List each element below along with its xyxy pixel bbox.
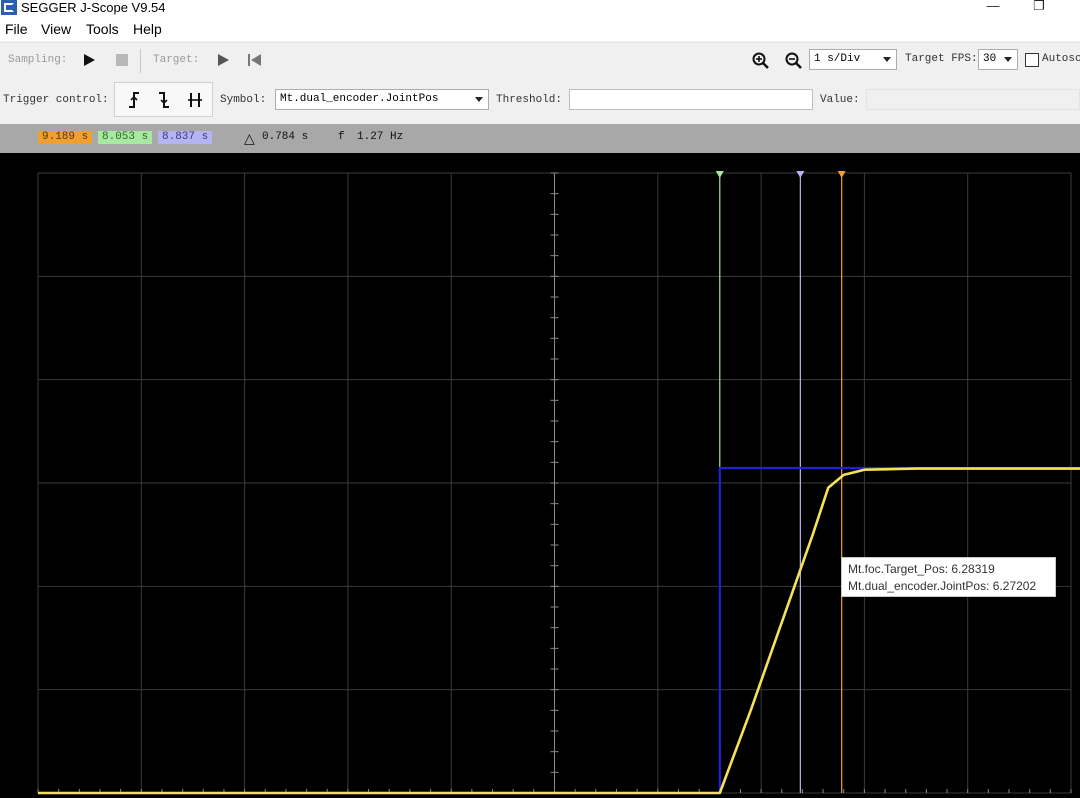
series-joint-pos [38,467,1080,795]
menu-help[interactable]: Help [133,21,162,37]
timebase-value: 1 s/Div [814,53,861,65]
symbol-value: Mt.dual_encoder.JointPos [280,93,439,105]
threshold-input[interactable] [569,89,813,110]
frequency-value: 1.27 Hz [357,131,404,143]
target-reset-button[interactable] [248,54,262,66]
trigger-rising-edge-icon[interactable] [126,91,142,109]
scope-plot-area[interactable] [0,153,1080,798]
symbol-label: Symbol: [220,94,267,106]
value-tooltip: Mt.foc.Target_Pos: 6.28319 Mt.dual_encod… [841,557,1056,597]
value-field [866,89,1080,110]
target-label: Target: [153,54,200,66]
trigger-control-label: Trigger control: [3,94,109,106]
cursor-2-time: 8.053 s [98,131,153,144]
menu-tools[interactable]: Tools [86,21,119,37]
zoom-out-icon[interactable] [785,52,802,69]
frequency-icon: f [338,131,345,143]
trigger-mode-group [114,82,213,117]
target-fps-label: Target FPS: [905,53,978,65]
trigger-both-edges-icon[interactable] [187,91,203,109]
threshold-label: Threshold: [496,94,563,106]
minimize-button[interactable]: — [978,0,1008,16]
chevron-down-icon [883,57,891,62]
chevron-down-icon [475,97,483,102]
chevron-down-icon [1004,57,1012,62]
sampling-stop-button[interactable] [116,54,128,66]
target-fps-value: 30 [983,53,997,65]
tooltip-joint-pos: Mt.dual_encoder.JointPos: 6.27202 [848,579,1037,593]
cursor-3-time: 8.837 s [158,131,213,144]
series-target-pos [38,466,1080,795]
zoom-in-icon[interactable] [752,52,769,69]
cursor-line-green-marker [715,171,724,178]
value-label: Value: [820,94,860,106]
cursor-line-blue-marker [796,171,805,178]
trigger-falling-edge-icon[interactable] [156,91,172,109]
menu-file[interactable]: File [5,21,28,37]
toolbar-divider [140,49,141,73]
symbol-select[interactable]: Mt.dual_encoder.JointPos [275,89,489,110]
maximize-button[interactable]: ❐ [1024,0,1054,16]
menu-view[interactable]: View [41,21,71,37]
sampling-start-button[interactable] [84,54,95,66]
autoscale-label: Autosc [1042,53,1080,65]
target-start-button[interactable] [218,54,229,66]
tooltip-target-pos: Mt.foc.Target_Pos: 6.28319 [848,562,995,576]
title-bar: SEGGER J-Scope V9.54 — ❐ [0,0,1080,17]
cursor-1-time: 9.189 s [38,131,93,144]
timebase-select[interactable]: 1 s/Div [809,49,897,70]
cursor-line-orange-marker [837,171,846,178]
target-fps-select[interactable]: 30 [978,49,1018,70]
delta-icon: △ [244,130,255,146]
menu-bar: File View Tools Help [0,17,1080,41]
cursor-info-bar: 9.189 s 8.053 s 8.837 s △ 0.784 s f 1.27… [0,124,1080,153]
autoscale-checkbox[interactable] [1025,53,1039,67]
app-logo-icon [1,0,17,15]
window-title: SEGGER J-Scope V9.54 [21,0,166,15]
delta-time: 0.784 s [262,131,309,143]
sampling-label: Sampling: [8,54,68,66]
scope-chart[interactable] [0,153,1080,798]
